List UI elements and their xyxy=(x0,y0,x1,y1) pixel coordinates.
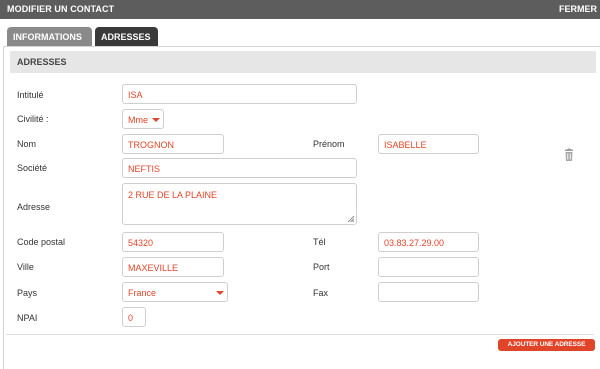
code-postal-input[interactable]: 54320 xyxy=(122,232,224,252)
adresse-textarea[interactable]: 2 RUE DE LA PLAINE xyxy=(122,183,357,225)
civilite-value: Mme xyxy=(128,115,148,125)
intitule-label: Intitulé xyxy=(17,90,44,100)
prenom-input[interactable]: ISABELLE xyxy=(378,134,479,154)
nom-input[interactable]: TROGNON xyxy=(122,134,224,154)
fax-label: Fax xyxy=(313,288,329,298)
prenom-label: Prénom xyxy=(313,139,345,149)
form-divider xyxy=(6,334,594,335)
tel-label: Tél xyxy=(313,237,326,247)
ville-input[interactable]: MAXEVILLE xyxy=(122,257,224,277)
pays-value: France xyxy=(128,288,157,298)
trash-icon[interactable] xyxy=(562,148,576,162)
section-header: ADRESSES xyxy=(10,51,596,73)
civilite-select[interactable]: Mme xyxy=(122,109,164,129)
code-postal-label: Code postal xyxy=(17,237,66,247)
nom-label: Nom xyxy=(17,139,37,149)
tab-informations[interactable]: INFORMATIONS xyxy=(7,27,92,46)
dialog-titlebar: MODIFIER UN CONTACT FERMER xyxy=(0,0,600,19)
tab-adresses[interactable]: ADRESSES xyxy=(95,27,158,46)
caret-down-icon xyxy=(152,118,160,122)
societe-label: Société xyxy=(17,163,48,173)
add-address-button[interactable]: AJOUTER UNE ADRESSE xyxy=(498,339,595,351)
npai-label: NPAI xyxy=(17,313,38,323)
pays-label: Pays xyxy=(17,288,38,298)
fax-input[interactable] xyxy=(378,282,479,302)
societe-input[interactable]: NEFTIS xyxy=(122,158,357,178)
npai-input[interactable]: 0 xyxy=(122,307,146,327)
pays-select[interactable]: France xyxy=(122,282,228,302)
civilite-label: Civilité : xyxy=(17,114,49,124)
dialog-title: MODIFIER UN CONTACT xyxy=(7,4,115,14)
caret-down-icon xyxy=(216,291,224,295)
port-input[interactable] xyxy=(378,257,479,277)
intitule-input[interactable]: ISA xyxy=(122,84,357,104)
adresse-value: 2 RUE DE LA PLAINE xyxy=(128,190,218,200)
adresse-label: Adresse xyxy=(17,202,51,212)
close-button[interactable]: FERMER xyxy=(559,4,597,14)
port-label: Port xyxy=(313,262,330,272)
section-title: ADRESSES xyxy=(17,57,67,67)
ville-label: Ville xyxy=(17,262,34,272)
tel-input[interactable]: 03.83.27.29.00 xyxy=(378,232,479,252)
resize-grip-icon[interactable] xyxy=(347,215,354,222)
